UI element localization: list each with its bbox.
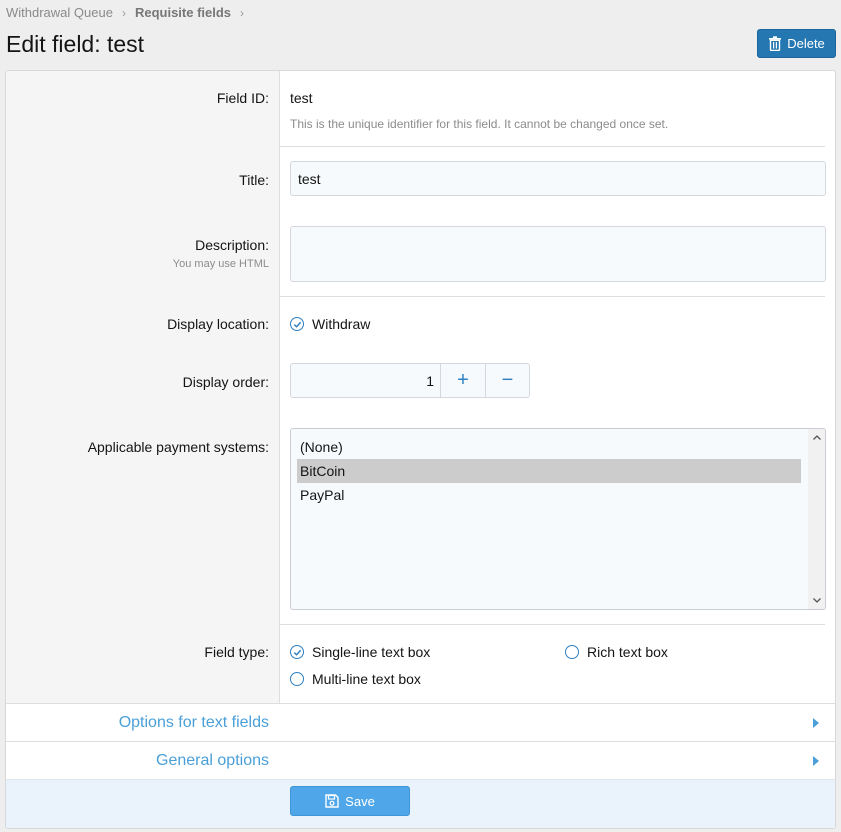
description-label: Description: [195, 237, 269, 253]
increment-button[interactable]: + [441, 364, 485, 397]
chevron-right-icon: › [240, 5, 245, 20]
caret-right-icon [813, 756, 819, 766]
field-type-option-label: Multi-line text box [312, 671, 421, 687]
field-type-label: Field type: [204, 644, 269, 660]
list-item[interactable]: PayPal [297, 483, 801, 507]
check-circle-icon [290, 317, 304, 331]
general-options-toggle[interactable]: General options [6, 741, 835, 779]
form-footer: Save [6, 779, 835, 828]
scroll-down-icon[interactable] [808, 592, 825, 609]
payment-systems-listbox[interactable]: (None) BitCoin PayPal [290, 428, 826, 610]
check-circle-icon [290, 645, 304, 659]
title-input[interactable]: test [290, 161, 826, 196]
display-location-withdraw-checkbox[interactable]: Withdraw [290, 316, 370, 332]
field-type-rich-text-radio[interactable]: Rich text box [565, 644, 668, 660]
breadcrumb-item-withdrawal-queue[interactable]: Withdrawal Queue [6, 5, 113, 20]
field-type-option-label: Single-line text box [312, 644, 431, 660]
radio-circle-icon [565, 645, 579, 659]
delete-button[interactable]: Delete [757, 29, 836, 58]
save-button-label: Save [345, 793, 375, 809]
field-id-explain: This is the unique identifier for this f… [290, 117, 669, 131]
page-title: Edit field: test [6, 31, 145, 57]
title-label: Title: [239, 172, 269, 188]
display-location-label: Display location: [167, 316, 269, 332]
display-order-stepper: 1 + − [290, 363, 530, 398]
divider [280, 146, 825, 147]
trash-icon [769, 36, 782, 51]
description-hint: You may use HTML [172, 258, 269, 270]
decrement-button[interactable]: − [485, 364, 529, 397]
section-label: Options for text fields [118, 714, 269, 731]
divider [280, 624, 825, 625]
listbox-scrollbar[interactable] [808, 429, 825, 609]
radio-circle-icon [290, 672, 304, 686]
divider [280, 296, 825, 297]
field-type-option-label: Rich text box [587, 644, 668, 660]
field-id-label: Field ID: [216, 90, 269, 106]
field-type-single-line-radio[interactable]: Single-line text box [290, 644, 430, 660]
breadcrumb: Withdrawal Queue › Requisite fields › [6, 5, 253, 20]
scroll-up-icon[interactable] [808, 429, 825, 446]
breadcrumb-item-requisite-fields[interactable]: Requisite fields [135, 5, 231, 20]
save-icon [325, 794, 339, 808]
field-id-value: test [290, 90, 313, 106]
save-button[interactable]: Save [290, 786, 410, 816]
field-type-multi-line-radio[interactable]: Multi-line text box [290, 671, 421, 687]
display-order-label: Display order: [182, 374, 269, 390]
description-textarea[interactable] [290, 226, 826, 282]
options-text-fields-toggle[interactable]: Options for text fields [6, 703, 835, 741]
delete-button-label: Delete [787, 36, 825, 51]
list-item-selected[interactable]: BitCoin [297, 459, 801, 483]
payment-systems-label: Applicable payment systems: [87, 439, 269, 455]
list-item[interactable]: (None) [297, 435, 801, 459]
section-label: General options [156, 752, 269, 769]
caret-right-icon [813, 718, 819, 728]
display-location-option-label: Withdraw [312, 316, 371, 332]
chevron-right-icon: › [121, 5, 126, 20]
display-order-input[interactable]: 1 [291, 364, 441, 397]
edit-field-form: Field ID: test This is the unique identi… [5, 70, 836, 829]
